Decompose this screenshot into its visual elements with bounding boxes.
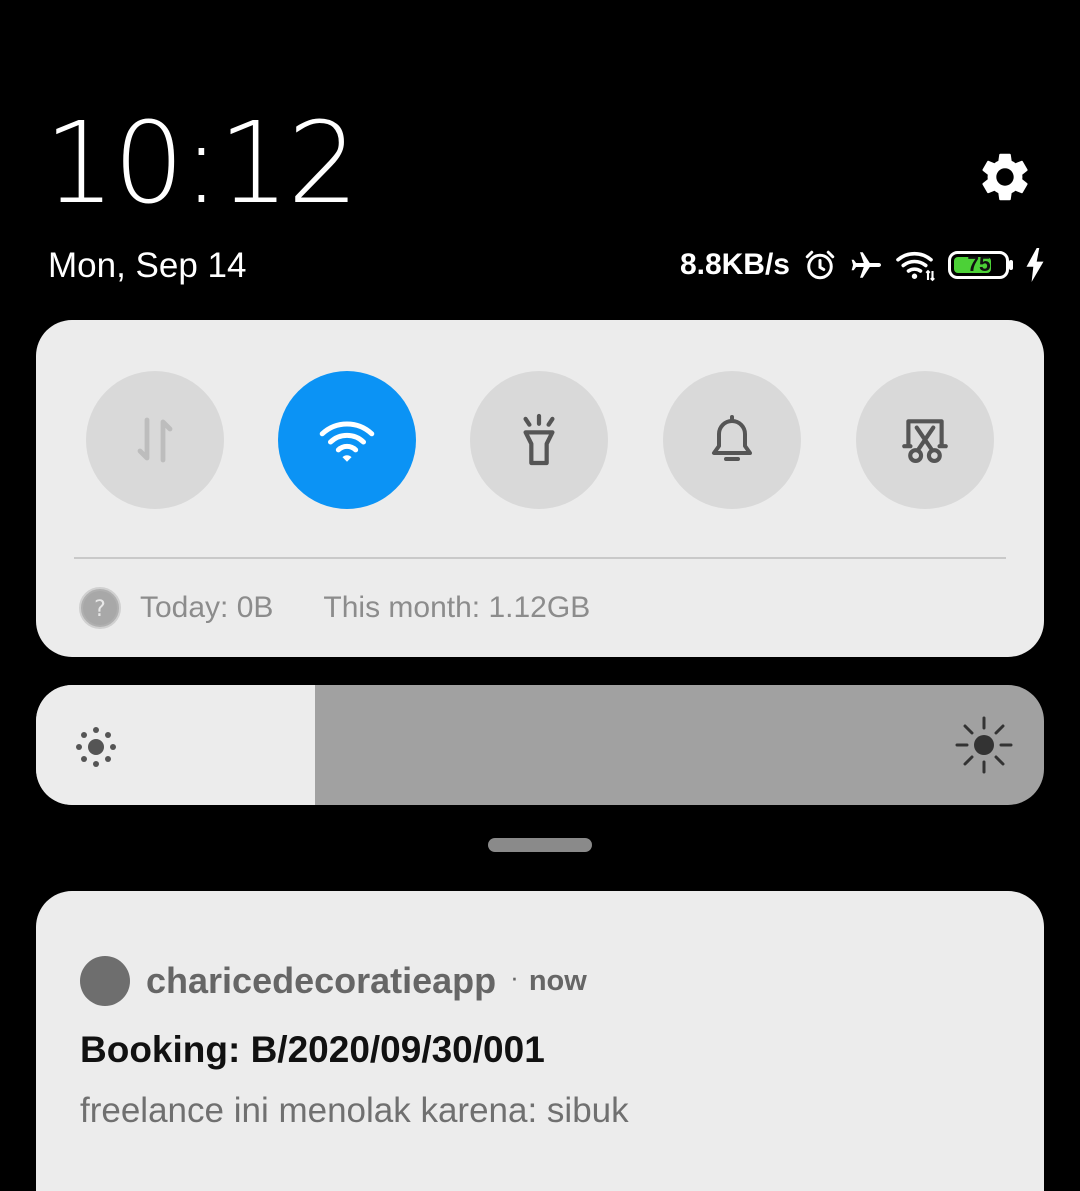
scissors-icon	[902, 419, 948, 464]
wifi-icon	[319, 421, 375, 462]
charging-icon	[1026, 248, 1044, 282]
settings-button[interactable]	[976, 148, 1034, 206]
network-speed: 8.8KB/s	[679, 248, 790, 281]
data-usage-row[interactable]: ? Today: 0B This month: 1.12GB	[78, 586, 590, 630]
notification-title: Booking: B/2020/09/30/001	[80, 1029, 545, 1070]
date[interactable]: Mon, Sep 14	[48, 244, 246, 288]
status-bar: 8.8KB/s 75	[680, 240, 1046, 290]
battery-level: 75	[967, 253, 991, 276]
help-icon: ?	[79, 587, 121, 629]
bell-icon	[712, 415, 752, 461]
notification-body: freelance ini menolak karena: sibuk	[80, 1091, 629, 1130]
app-name: charicedecoratieapp	[146, 960, 497, 1001]
usage-today: Today: 0B	[140, 591, 274, 624]
wifi-icon	[896, 251, 935, 282]
notification-header: charicedecoratieapp · now	[80, 955, 587, 1007]
clock[interactable]: 10:12	[44, 104, 359, 224]
quick-settings-panel: ? Today: 0B This month: 1.12GB	[36, 320, 1044, 657]
sound-toggle[interactable]	[663, 371, 801, 509]
wifi-toggle[interactable]	[278, 371, 416, 509]
brightness-slider[interactable]	[36, 685, 1044, 805]
flashlight-icon	[523, 413, 555, 466]
flashlight-toggle[interactable]	[470, 371, 608, 509]
divider	[74, 557, 1006, 559]
shade-drag-handle[interactable]	[488, 838, 592, 852]
brightness-high-icon	[955, 716, 1013, 774]
mobile-data-toggle[interactable]	[86, 371, 224, 509]
gear-icon	[982, 153, 1028, 201]
notification-time: now	[528, 964, 587, 997]
airplane-icon	[851, 252, 881, 278]
notification-shade: 10:12 Mon, Sep 14 8.8KB/s 75 ? Today: 0B…	[0, 0, 1080, 1191]
usage-month: This month: 1.12GB	[323, 591, 591, 624]
app-icon	[80, 956, 130, 1006]
notification-card[interactable]: charicedecoratieapp · now Booking: B/202…	[36, 891, 1044, 1191]
battery-indicator: 75	[948, 250, 1014, 280]
alarm-icon	[805, 250, 835, 280]
svg-text:?: ?	[94, 597, 106, 622]
brightness-low-icon	[76, 727, 116, 767]
separator-dot: ·	[510, 961, 519, 992]
data-arrows-icon	[137, 417, 173, 463]
screenshot-toggle[interactable]	[856, 371, 994, 509]
